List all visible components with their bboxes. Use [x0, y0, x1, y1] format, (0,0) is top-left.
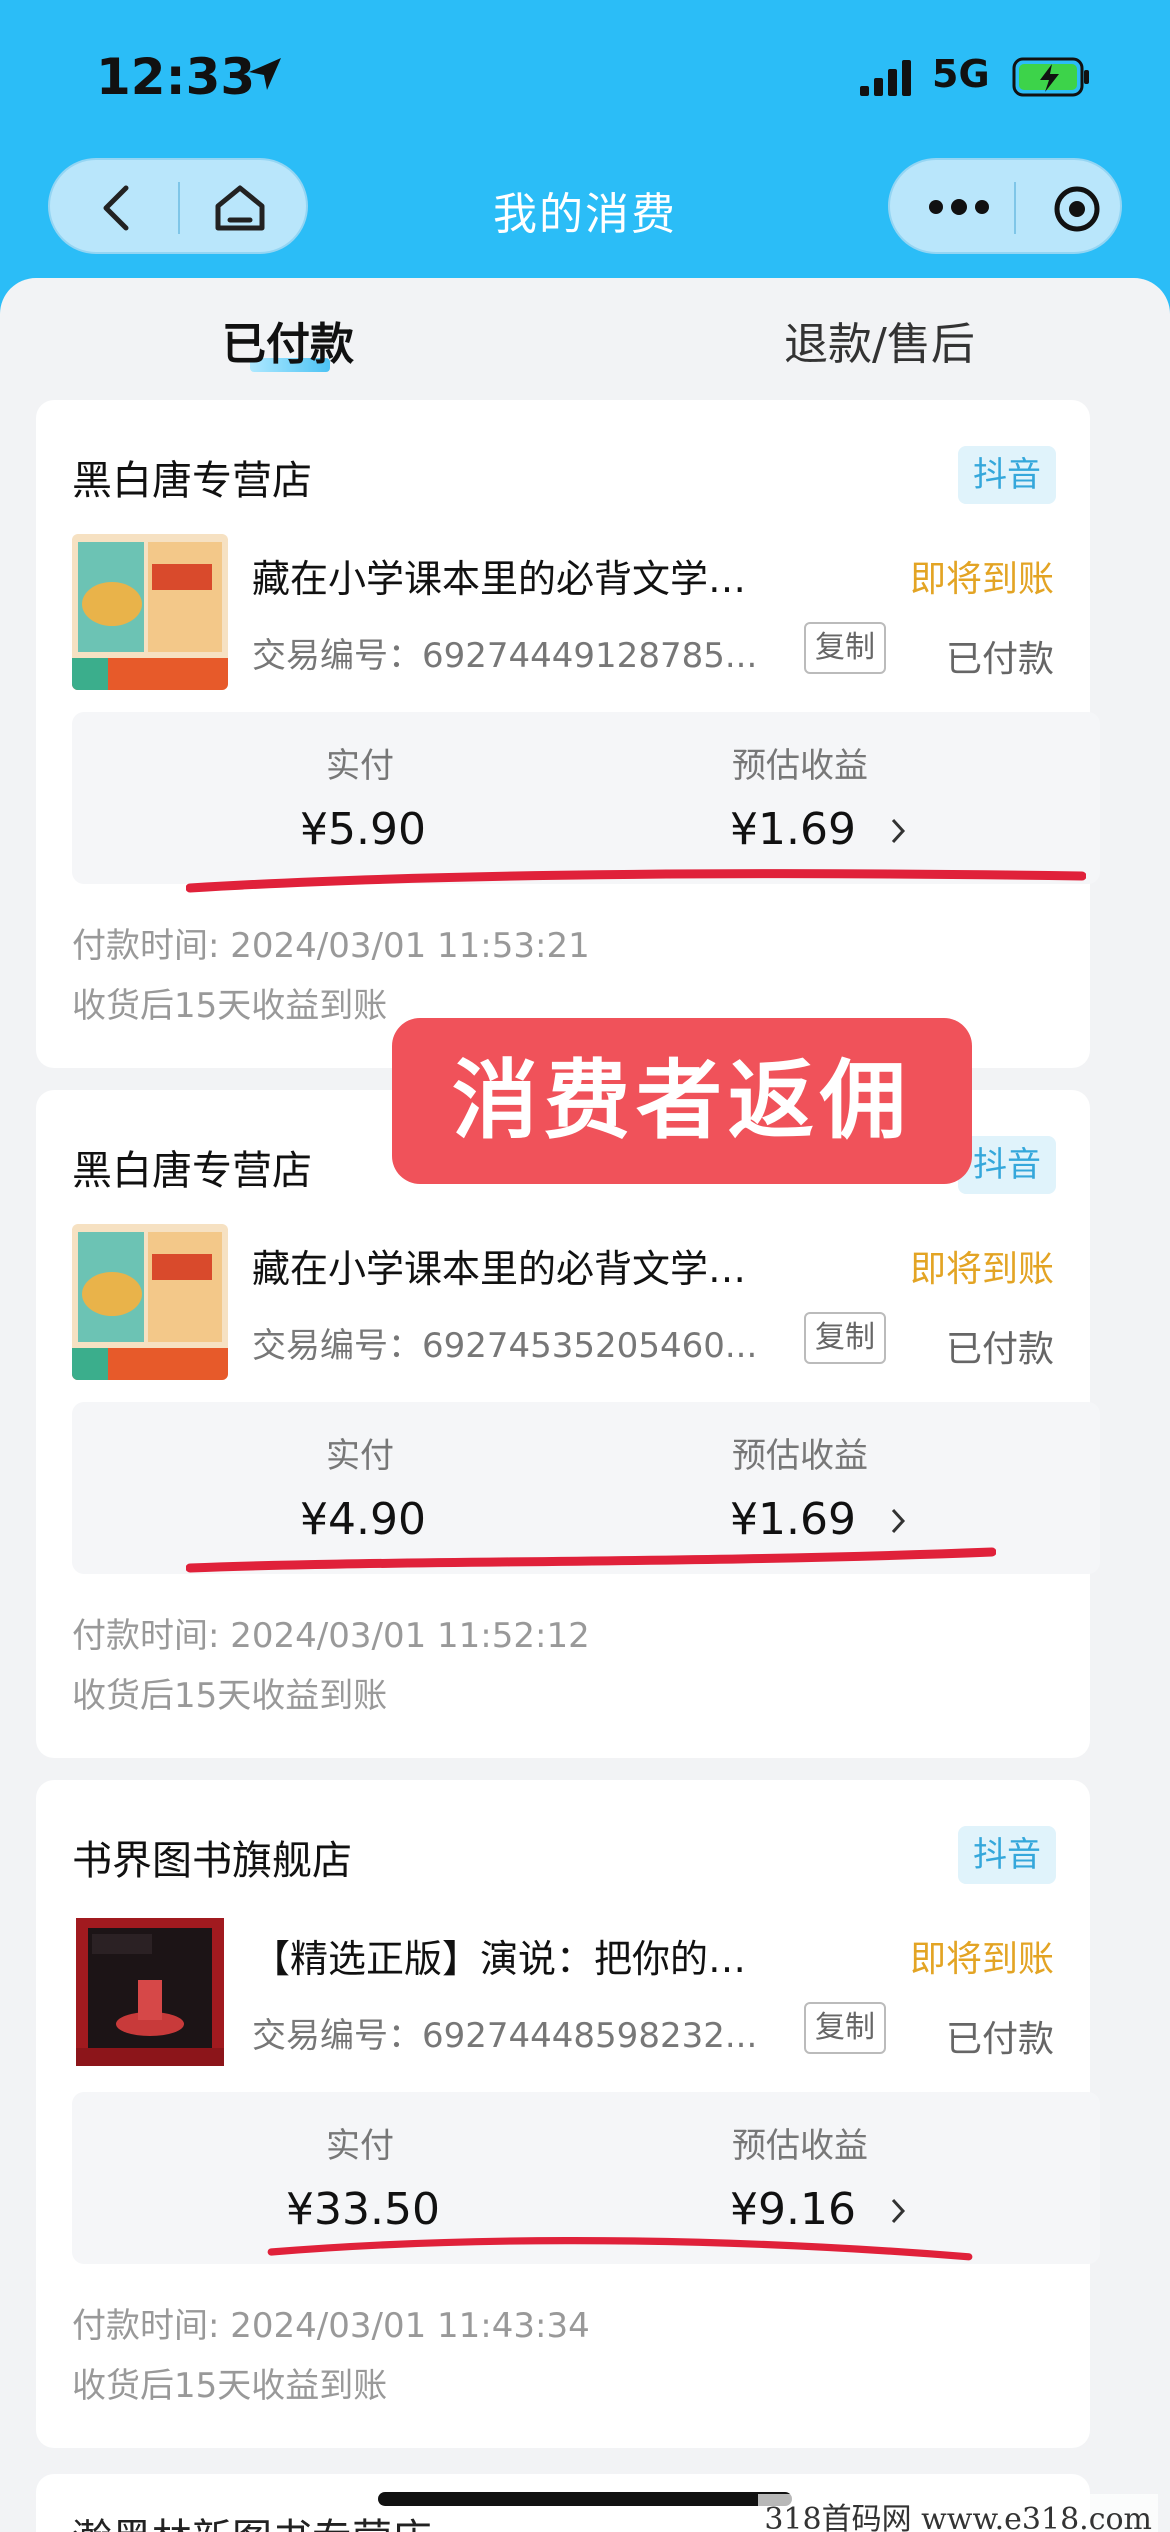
chevron-right-icon[interactable] — [888, 2196, 908, 2226]
tx-label: 交易编号： — [252, 1326, 422, 1366]
chevron-right-icon[interactable] — [888, 1506, 908, 1536]
order-card[interactable]: 书界图书旗舰店 抖音 【精选正版】演说：把你的思想... 即将到账 交易编号：6… — [36, 1780, 1100, 2448]
copy-button[interactable]: 复制 — [804, 622, 886, 674]
payment-status: 已付款 — [945, 2019, 1054, 2060]
product-title[interactable]: 【精选正版】演说：把你的思想... — [252, 1928, 752, 1983]
store-name[interactable]: 书界图书旗舰店 — [72, 1828, 352, 1886]
paid-amount: ¥5.90 — [300, 804, 426, 855]
arrival-status: 即将到账 — [909, 559, 1054, 600]
product-thumbnail[interactable] — [72, 1914, 228, 2070]
chevron-right-icon[interactable] — [888, 816, 908, 846]
paid-label: 实付 — [326, 746, 394, 786]
tab-refund[interactable]: 退款/售后 — [784, 308, 975, 372]
store-name[interactable]: 黑白唐专营店 — [72, 1138, 312, 1196]
earning-label: 预估收益 — [732, 1436, 868, 1476]
watermark: 318首码网 www.e318.com — [758, 2494, 1158, 2532]
paid-label: 实付 — [326, 1436, 394, 1476]
product-thumbnail[interactable] — [72, 1224, 228, 1380]
tx-value: 69274449128785... — [422, 636, 758, 676]
pay-time: 付款时间: 2024/03/01 11:53:21 — [72, 926, 590, 966]
estimated-earning: ¥1.69 — [730, 804, 856, 855]
transaction-number: 交易编号：69274535205460... — [252, 1318, 757, 1367]
signal-icon — [860, 60, 911, 96]
promo-overlay-banner: 消费者返佣 — [392, 1018, 972, 1184]
status-bar: 12:33 5G — [0, 0, 1170, 150]
payment-status: 已付款 — [945, 1329, 1054, 1370]
arrival-status: 即将到账 — [909, 1249, 1054, 1290]
tab-paid[interactable]: 已付款 — [222, 308, 354, 372]
red-underline-annotation — [267, 2236, 973, 2261]
order-card[interactable]: 黑白唐专营店 抖音 藏在小学课本里的必背文学常识... 即将到账 交易编号：69… — [36, 400, 1100, 1068]
paid-label: 实付 — [326, 2126, 394, 2166]
tab-bar: 已付款 退款/售后 — [0, 278, 1170, 388]
red-underline-annotation — [186, 1547, 996, 1573]
nav-capsule-right — [888, 158, 1122, 254]
estimated-earning: ¥1.69 — [730, 1494, 856, 1545]
red-underline-annotation — [186, 869, 1086, 893]
transaction-number: 交易编号：69274449128785... — [252, 628, 757, 677]
tx-value: 69274535205460... — [422, 1326, 758, 1366]
nav-divider-right — [1014, 182, 1016, 234]
earning-label: 预估收益 — [732, 746, 868, 786]
target-icon[interactable] — [1052, 184, 1102, 234]
paid-amount: ¥4.90 — [300, 1494, 426, 1545]
settlement-note: 收货后15天收益到账 — [72, 1676, 388, 1716]
platform-badge: 抖音 — [958, 446, 1056, 504]
product-thumbnail[interactable] — [72, 534, 228, 690]
network-type: 5G — [932, 52, 990, 96]
transaction-number: 交易编号：69274448598232... — [252, 2008, 757, 2057]
product-title[interactable]: 藏在小学课本里的必背文学常识... — [252, 1238, 752, 1293]
tx-label: 交易编号： — [252, 636, 422, 676]
settlement-note: 收货后15天收益到账 — [72, 986, 388, 1026]
home-indicator[interactable] — [378, 2492, 792, 2506]
copy-button[interactable]: 复制 — [804, 1312, 886, 1364]
pay-time: 付款时间: 2024/03/01 11:52:12 — [72, 1616, 590, 1656]
earning-label: 预估收益 — [732, 2126, 868, 2166]
store-name[interactable]: 瀚黑林新图书专营店 — [72, 2506, 432, 2532]
status-time: 12:33 — [96, 48, 256, 106]
more-dots-icon[interactable] — [926, 196, 992, 218]
copy-button[interactable]: 复制 — [804, 2002, 886, 2054]
tx-value: 69274448598232... — [422, 2016, 758, 2056]
arrival-status: 即将到账 — [909, 1939, 1054, 1980]
location-arrow-icon — [249, 58, 281, 90]
battery-charging-icon — [1012, 57, 1089, 97]
settlement-note: 收货后15天收益到账 — [72, 2366, 388, 2406]
order-card[interactable]: 黑白唐专营店 抖音 藏在小学课本里的必背文学常识... 即将到账 交易编号：69… — [36, 1090, 1100, 1758]
platform-badge: 抖音 — [958, 1136, 1056, 1194]
product-title[interactable]: 藏在小学课本里的必背文学常识... — [252, 548, 752, 603]
store-name[interactable]: 黑白唐专营店 — [72, 448, 312, 506]
pay-time: 付款时间: 2024/03/01 11:43:34 — [72, 2306, 590, 2346]
tx-label: 交易编号： — [252, 2016, 422, 2056]
platform-badge: 抖音 — [958, 1826, 1056, 1884]
payment-status: 已付款 — [945, 639, 1054, 680]
